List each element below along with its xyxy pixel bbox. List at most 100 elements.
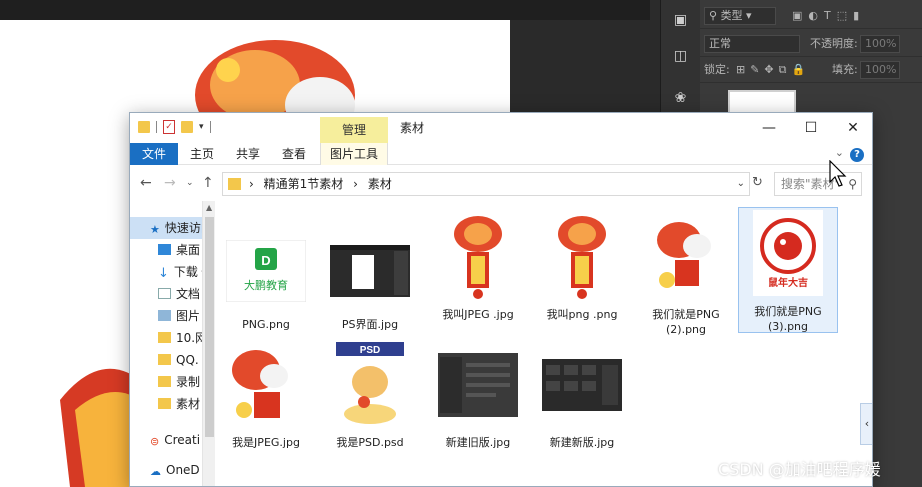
layers-filter-select[interactable]: ⚲ 类型 ▾ <box>704 7 776 25</box>
opacity-input[interactable]: 100% <box>860 35 900 53</box>
navigation-pane: ★快速访问 桌面 ✎ ↓下载 ✎ 文档 ✎ 图片 ✎ 10.网 QQ. 录制 素… <box>130 201 216 486</box>
separator <box>156 121 157 133</box>
file-item[interactable]: PS界面.jpg <box>320 231 420 332</box>
folder-icon <box>228 178 241 190</box>
tab-share[interactable]: 共享 <box>228 143 268 165</box>
breadcrumb-separator: › <box>353 177 358 191</box>
file-name: 我叫JPEG .jpg <box>442 308 514 321</box>
file-item[interactable]: 我们就是PNG (2).png <box>636 211 736 337</box>
sidebar-item-folder[interactable]: 录制 <box>130 371 202 393</box>
sidebar-item-folder[interactable]: QQ. <box>130 349 202 371</box>
file-thumbnail <box>542 341 622 429</box>
rat-thumbnail: 鼠年大吉 <box>753 210 823 296</box>
onedrive-icon: ☁ <box>150 465 161 478</box>
file-item[interactable]: 我叫png .png <box>532 211 632 322</box>
scroll-up-icon[interactable]: ▲ <box>206 203 212 212</box>
file-item[interactable]: 我是JPEG.jpg <box>216 341 316 450</box>
file-name: 我叫png .png <box>546 308 618 321</box>
layers-filter-row: ⚲ 类型 ▾ ▣◐T⬚▮ <box>700 3 922 29</box>
new-folder-icon[interactable] <box>181 121 193 133</box>
sidebar-item-documents[interactable]: 文档 ✎ <box>130 283 202 305</box>
sidebar-item-quick-access[interactable]: ★ 快速访问 <box>130 217 202 239</box>
sidebar-item-downloads[interactable]: ↓下载 ✎ <box>130 261 202 283</box>
star-icon: ★ <box>150 223 160 236</box>
address-bar[interactable]: › 精通第1节素材 › 素材 ⌄ <box>222 172 750 196</box>
sidebar-item-folder[interactable]: 10.网 <box>130 327 202 349</box>
file-name: 我们就是PNG (3).png <box>754 305 822 333</box>
sidebar-item-folder[interactable]: 素材 <box>130 393 202 415</box>
sidebar-item-onedrive[interactable]: ☁ OneD <box>130 459 202 481</box>
sidebar-scrollbar[interactable]: ▲ <box>202 201 215 486</box>
context-tab-manage[interactable]: 管理 <box>320 117 388 143</box>
psd-thumbnail: PSD <box>336 342 404 428</box>
fill-input[interactable]: 100% <box>860 61 900 79</box>
close-button[interactable]: ✕ <box>832 113 872 143</box>
maximize-button[interactable]: ☐ <box>790 113 832 143</box>
screen: ▣ ◫ ❀ ◐ ⚲ 类型 ▾ ▣◐T⬚▮ 正常 不透明度: 100% 锁定: ⊞… <box>0 0 922 487</box>
address-dropdown-icon[interactable]: ⌄ <box>737 173 745 195</box>
lock-label: 锁定: <box>704 63 730 76</box>
file-thumbnail: PSD <box>330 341 410 429</box>
palette-icon[interactable]: ❀ <box>670 87 692 109</box>
recent-locations-icon[interactable]: ⌄ <box>186 178 194 188</box>
info-icon[interactable]: ◫ <box>670 45 692 67</box>
tab-home[interactable]: 主页 <box>182 143 222 165</box>
folder-icon <box>158 354 171 365</box>
file-name: 新建新版.jpg <box>549 436 615 449</box>
tab-file[interactable]: 文件 <box>130 143 178 165</box>
sidebar-item-label: QQ. <box>176 353 199 367</box>
tab-picture-tools[interactable]: 图片工具 <box>320 143 388 165</box>
sidebar-item-label: 10.网 <box>176 331 202 345</box>
download-icon: ↓ <box>158 266 169 281</box>
psd-badge: PSD <box>360 345 381 356</box>
sidebar-item-label: 素材 <box>176 397 201 411</box>
properties-icon[interactable]: ✓ <box>163 120 175 134</box>
layers-filter-value: 类型 <box>720 9 743 22</box>
file-item[interactable]: 新建新版.jpg <box>532 341 632 450</box>
sidebar-item-label: 下载 <box>173 265 198 279</box>
file-item[interactable]: 我叫JPEG .jpg <box>428 211 528 322</box>
file-item-selected[interactable]: 鼠年大吉 我们就是PNG (3).png <box>738 207 838 333</box>
file-item[interactable]: 新建旧版.jpg <box>428 341 528 450</box>
breadcrumb-separator: › <box>249 177 254 191</box>
up-button[interactable]: ↑ <box>202 175 214 191</box>
opacity-label: 不透明度: <box>810 37 858 50</box>
blend-mode-select[interactable]: 正常 <box>704 35 800 53</box>
tab-view[interactable]: 查看 <box>274 143 314 165</box>
mouse-cursor-icon <box>829 160 847 187</box>
file-name: 新建旧版.jpg <box>445 436 511 449</box>
breadcrumb-segment[interactable]: 精通第1节素材 <box>264 177 344 191</box>
file-thumbnail <box>646 211 726 301</box>
logo-thumbnail: D 大鹏教育 <box>226 240 306 302</box>
sidebar-item-desktop[interactable]: 桌面 ✎ <box>130 239 202 261</box>
file-item[interactable]: D 大鹏教育 PNG.png <box>216 231 316 332</box>
forward-button[interactable]: → <box>164 175 176 191</box>
breadcrumb-segment[interactable]: 素材 <box>368 177 392 191</box>
watermark: CSDN @加油吧程序媛 <box>718 460 881 479</box>
dialog-thumbnail <box>438 353 518 417</box>
sidebar-item-label: 图片 <box>176 309 201 323</box>
expand-ribbon-icon[interactable]: ⌄ <box>835 146 844 159</box>
logo-text: 大鹏教育 <box>244 278 288 292</box>
file-thumbnail <box>438 211 518 301</box>
minimize-button[interactable]: — <box>748 113 790 143</box>
lock-row: 锁定: ⊞✎✥⧉🔒 填充: 100% <box>700 57 922 83</box>
preview-pane-toggle[interactable]: ‹ <box>860 403 872 445</box>
folder-icon <box>158 398 171 409</box>
sidebar-item-pictures[interactable]: 图片 ✎ <box>130 305 202 327</box>
file-thumbnail <box>438 341 518 429</box>
customize-qat-icon[interactable]: ▾ <box>199 122 204 132</box>
back-button[interactable]: ← <box>140 175 152 191</box>
file-thumbnail <box>542 211 622 301</box>
document-icon <box>158 288 171 299</box>
refresh-icon[interactable]: ↻ <box>752 175 763 190</box>
svg-text:D: D <box>261 253 270 268</box>
history-icon[interactable]: ▣ <box>670 9 692 31</box>
file-item[interactable]: PSD 我是PSD.psd <box>320 341 420 450</box>
breadcrumb: › 精通第1节素材 › 素材 <box>249 173 398 195</box>
layer-filter-icons[interactable]: ▣◐T⬚▮ <box>792 7 865 25</box>
scrollbar-thumb[interactable] <box>205 217 214 437</box>
sidebar-item-creative-cloud[interactable]: ⊜ Creati <box>130 429 202 451</box>
help-icon[interactable]: ? <box>850 148 864 162</box>
lock-icons[interactable]: ⊞✎✥⧉🔒 <box>736 61 810 79</box>
